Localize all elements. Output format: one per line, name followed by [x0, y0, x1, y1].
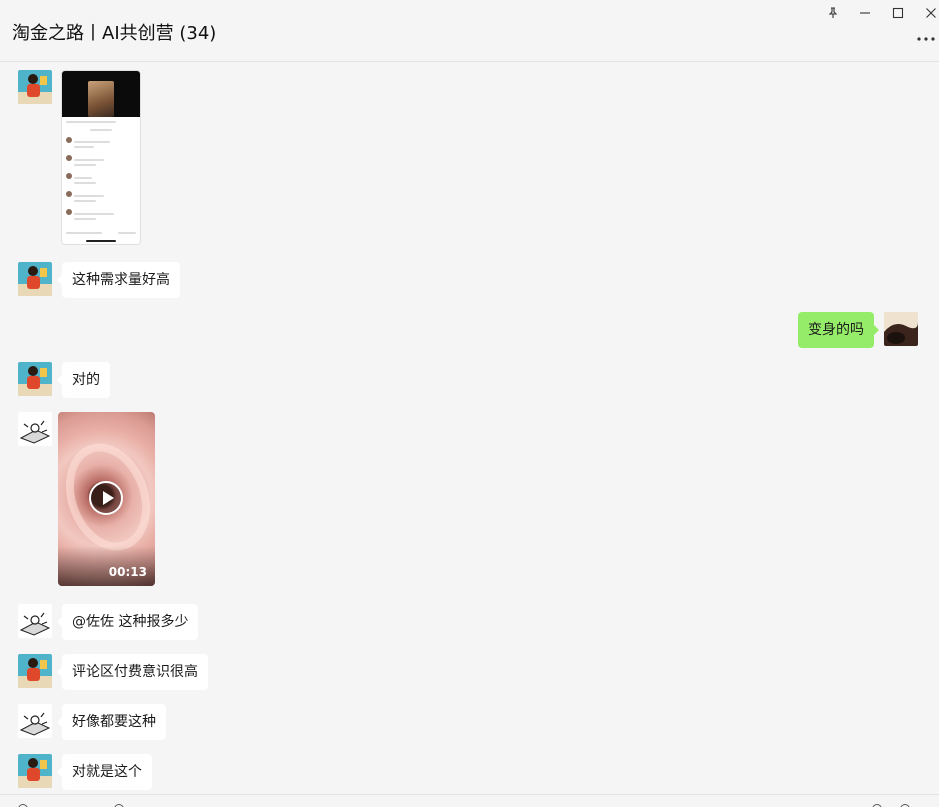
message-row: @佐佐 这种报多少 — [0, 604, 939, 640]
message-row: 这种需求量好高 — [0, 262, 939, 298]
input-toolbar — [0, 794, 939, 807]
avatar-child-kite[interactable] — [18, 262, 52, 296]
title-bar: 淘金之路丨AI共创营 (34) — [0, 0, 939, 62]
pin-icon[interactable] — [822, 2, 844, 24]
play-icon[interactable] — [89, 481, 123, 515]
chat-title: 淘金之路丨AI共创营 (34) — [12, 23, 217, 44]
video-message[interactable]: 00:13 — [58, 412, 155, 586]
message-list[interactable]: 这种需求量好高 变身的吗 对的 00:13 @佐佐 这种报多少 评论区付费意识很… — [0, 63, 939, 793]
avatar-sketch[interactable] — [18, 704, 52, 738]
avatar-child-kite[interactable] — [18, 654, 52, 688]
message-bubble[interactable]: @佐佐 这种报多少 — [56, 604, 199, 640]
close-icon[interactable] — [920, 2, 939, 24]
avatar-child-kite[interactable] — [18, 70, 52, 104]
message-bubble[interactable]: 变身的吗 — [798, 312, 879, 348]
more-dots-icon[interactable] — [915, 30, 937, 48]
message-bubble[interactable]: 对就是这个 — [57, 754, 152, 790]
message-row — [0, 70, 939, 248]
message-row: 对的 — [0, 362, 939, 398]
message-row: 00:13 — [0, 412, 939, 588]
message-bubble[interactable]: 评论区付费意识很高 — [57, 654, 208, 690]
message-row: 好像都要这种 — [0, 704, 939, 740]
message-bubble[interactable]: 这种需求量好高 — [57, 262, 180, 298]
message-row: 对就是这个 — [0, 754, 939, 790]
message-bubble[interactable]: 对的 — [57, 362, 110, 398]
video-duration: 00:13 — [108, 565, 147, 579]
avatar-sketch[interactable] — [18, 604, 52, 638]
maximize-icon[interactable] — [887, 2, 909, 24]
message-row: 变身的吗 — [0, 312, 939, 348]
minimize-icon[interactable] — [854, 2, 876, 24]
avatar-sketch[interactable] — [18, 412, 52, 446]
message-bubble[interactable]: 好像都要这种 — [57, 704, 166, 740]
phone-screenshot-image[interactable] — [61, 70, 141, 245]
message-row: 评论区付费意识很高 — [0, 654, 939, 690]
avatar-child-kite[interactable] — [18, 754, 52, 788]
avatar-self[interactable] — [884, 312, 918, 346]
avatar-child-kite[interactable] — [18, 362, 52, 396]
